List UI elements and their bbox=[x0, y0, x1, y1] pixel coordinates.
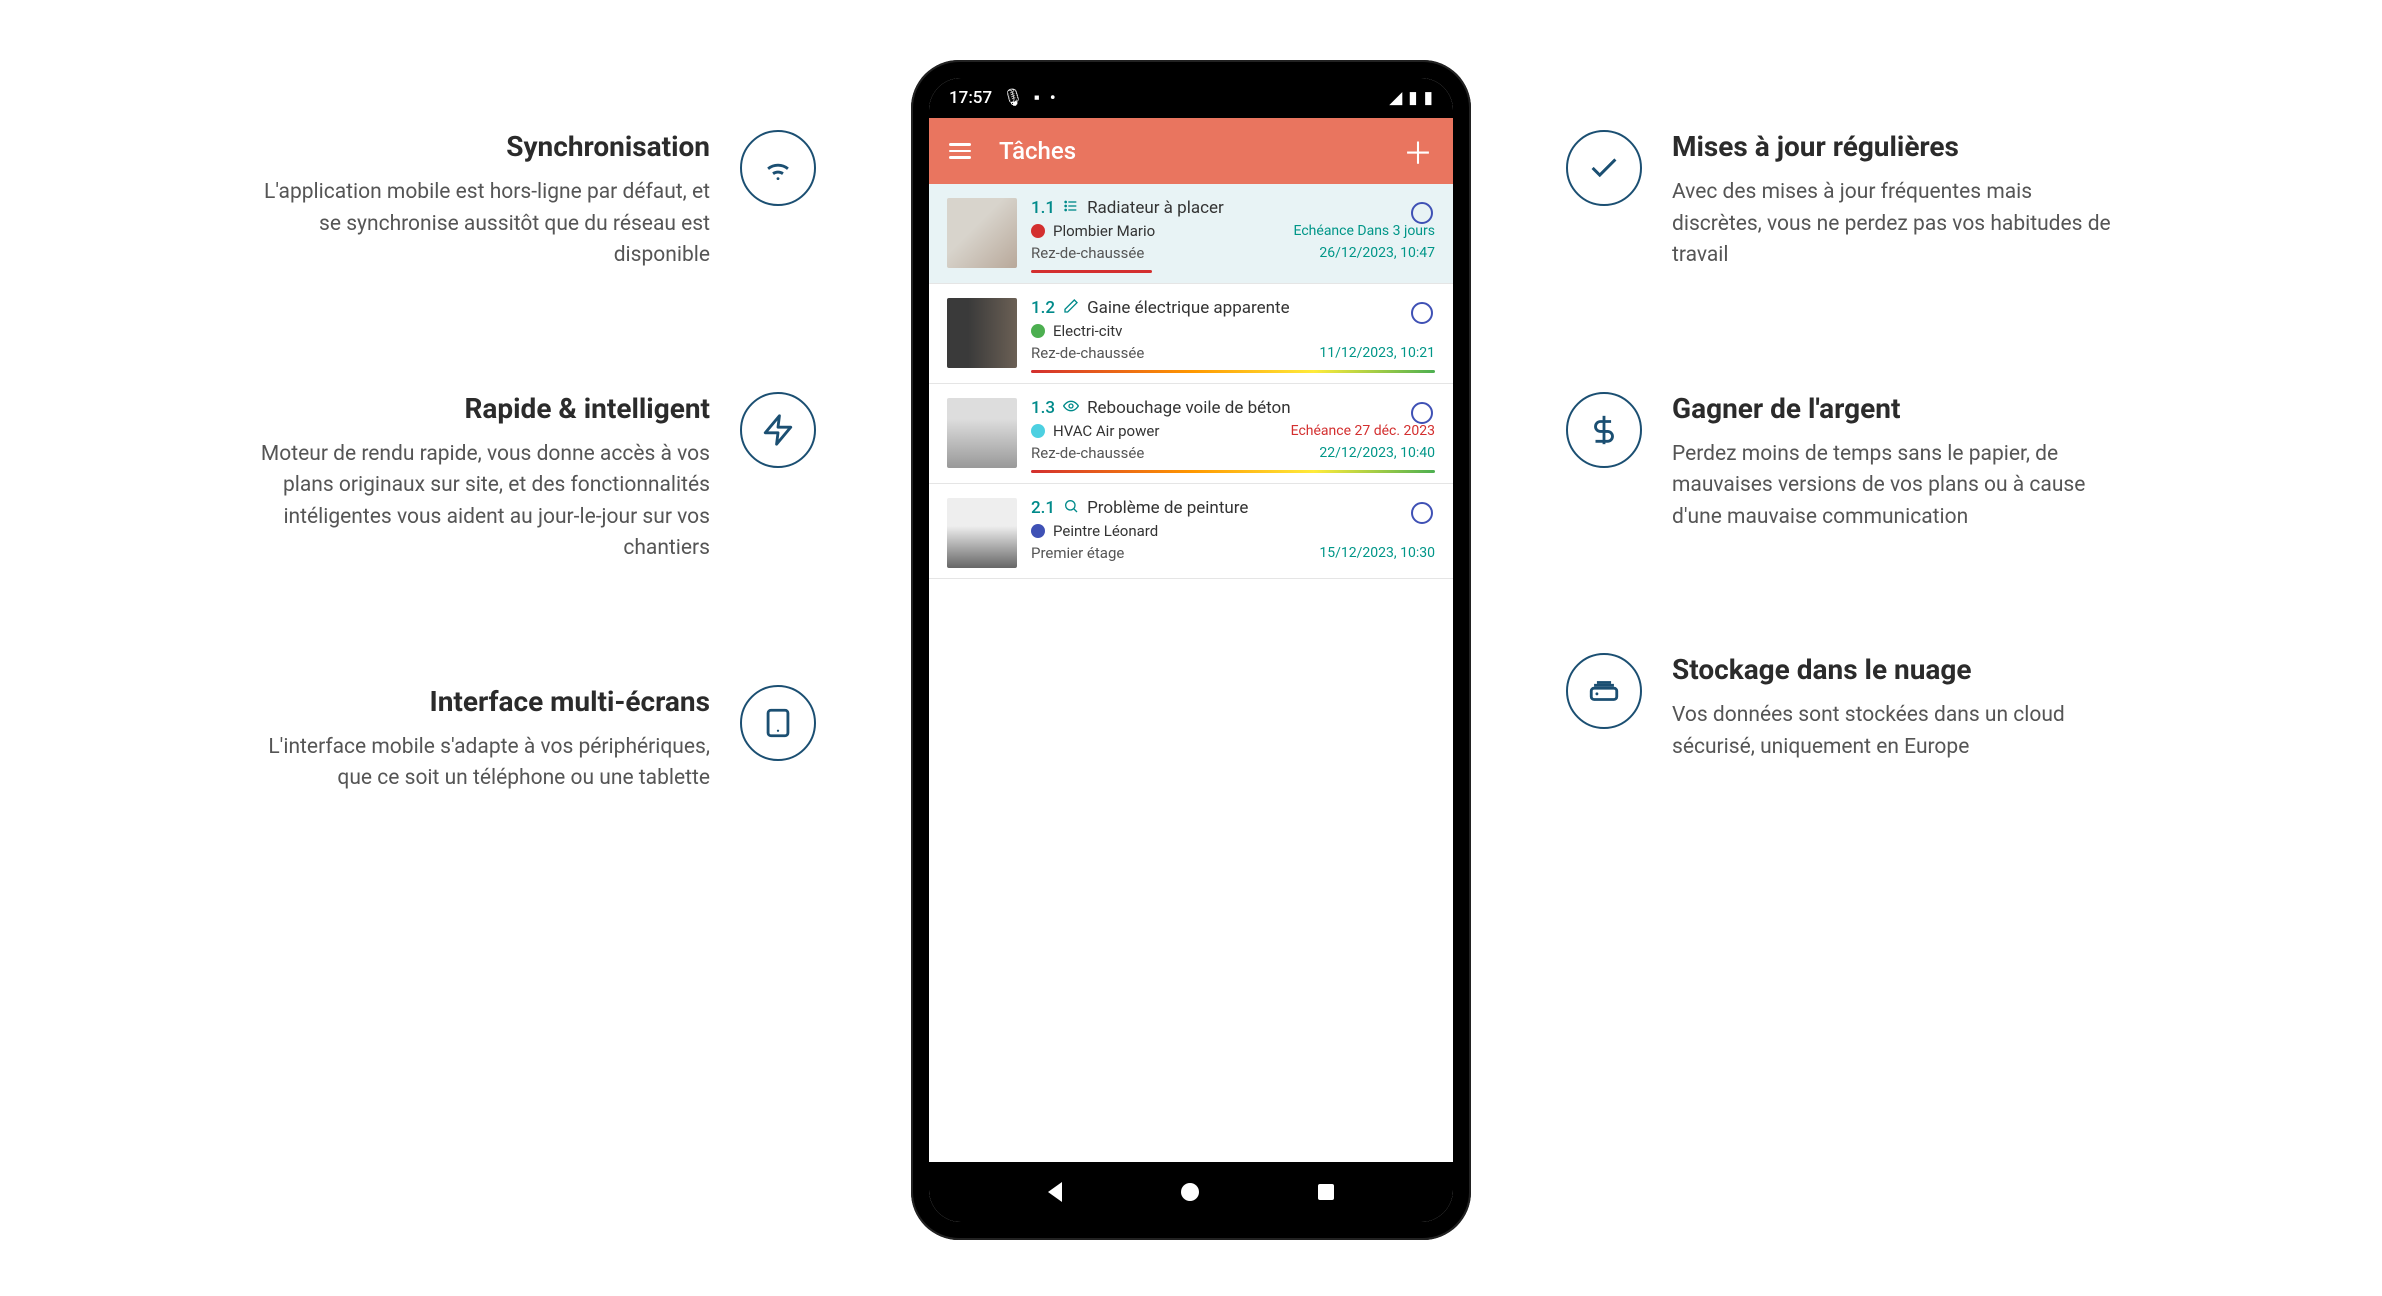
task-status-ring[interactable] bbox=[1411, 302, 1433, 324]
task-status-ring[interactable] bbox=[1411, 202, 1433, 224]
task-row[interactable]: 1.3 Rebouchage voile de béton HVAC Air p… bbox=[929, 384, 1453, 484]
dollar-icon bbox=[1566, 392, 1642, 468]
nav-recent-icon[interactable] bbox=[1318, 1184, 1334, 1200]
task-number: 1.3 bbox=[1031, 398, 1055, 418]
phone-mockup: 17:57 🎙 ▪ • ◢ ▮ ▮ Tâches bbox=[896, 60, 1486, 1240]
task-progress bbox=[1031, 270, 1152, 273]
card-icon: ▪ bbox=[1034, 88, 1040, 108]
phone-notch bbox=[1180, 92, 1202, 114]
task-row[interactable]: 1.2 Gaine électrique apparente Electri-c… bbox=[929, 284, 1453, 384]
android-navbar bbox=[929, 1162, 1453, 1222]
wifi-icon bbox=[740, 130, 816, 206]
feature-title: Stockage dans le nuage bbox=[1672, 653, 2126, 686]
task-thumbnail bbox=[947, 198, 1017, 268]
bolt-icon bbox=[740, 392, 816, 468]
features-left-column: Synchronisation L'application mobile est… bbox=[256, 60, 816, 795]
feature-desc: Moteur de rendu rapide, vous donne accès… bbox=[256, 439, 710, 565]
signal-icon: ▮ bbox=[1408, 88, 1417, 108]
feature-title: Interface multi-écrans bbox=[256, 685, 710, 718]
task-timestamp: 11/12/2023, 10:21 bbox=[1319, 345, 1435, 361]
eye-icon bbox=[1063, 398, 1079, 414]
task-assignee: Peintre Léonard bbox=[1053, 522, 1158, 540]
app-toolbar: Tâches ＋ bbox=[929, 118, 1453, 184]
task-title: Rebouchage voile de béton bbox=[1087, 398, 1291, 418]
features-right-column: Mises à jour régulières Avec des mises à… bbox=[1566, 60, 2126, 763]
feature-title: Synchronisation bbox=[256, 130, 710, 163]
list-icon bbox=[1063, 198, 1079, 214]
task-timestamp: 15/12/2023, 10:30 bbox=[1319, 545, 1435, 561]
task-number: 2.1 bbox=[1031, 498, 1055, 518]
assignee-dot bbox=[1031, 224, 1045, 238]
pencil-icon bbox=[1063, 298, 1079, 314]
feature-money: Gagner de l'argent Perdez moins de temps… bbox=[1566, 392, 2126, 534]
add-button[interactable]: ＋ bbox=[1403, 129, 1433, 173]
task-timestamp: 26/12/2023, 10:47 bbox=[1319, 245, 1435, 261]
search-icon bbox=[1063, 498, 1079, 514]
cloud-icon bbox=[1566, 653, 1642, 729]
task-thumbnail bbox=[947, 398, 1017, 468]
task-location: Rez-de-chaussée bbox=[1031, 244, 1144, 262]
task-number: 1.1 bbox=[1031, 198, 1055, 218]
feature-cloud: Stockage dans le nuage Vos données sont … bbox=[1566, 653, 2126, 763]
task-title: Gaine électrique apparente bbox=[1087, 298, 1290, 318]
feature-multiscreen: Interface multi-écrans L'interface mobil… bbox=[256, 685, 816, 795]
feature-updates: Mises à jour régulières Avec des mises à… bbox=[1566, 130, 2126, 272]
task-number: 1.2 bbox=[1031, 298, 1055, 318]
task-thumbnail bbox=[947, 498, 1017, 568]
task-thumbnail bbox=[947, 298, 1017, 368]
task-location: Premier étage bbox=[1031, 544, 1124, 562]
check-icon bbox=[1566, 130, 1642, 206]
signal-dot: • bbox=[1050, 88, 1056, 108]
feature-sync: Synchronisation L'application mobile est… bbox=[256, 130, 816, 272]
feature-desc: Vos données sont stockées dans un cloud … bbox=[1672, 700, 2126, 763]
feature-title: Gagner de l'argent bbox=[1672, 392, 2126, 425]
task-row[interactable]: 2.1 Problème de peinture Peintre Léonard… bbox=[929, 484, 1453, 579]
tablet-icon bbox=[740, 685, 816, 761]
task-status-ring[interactable] bbox=[1411, 502, 1433, 524]
feature-desc: L'interface mobile s'adapte à vos périph… bbox=[256, 732, 710, 795]
statusbar-time: 17:57 bbox=[949, 88, 992, 108]
feature-desc: L'application mobile est hors-ligne par … bbox=[256, 177, 710, 272]
nav-back-icon[interactable] bbox=[1048, 1182, 1062, 1202]
task-location: Rez-de-chaussée bbox=[1031, 444, 1144, 462]
task-progress bbox=[1031, 470, 1435, 473]
nav-home-icon[interactable] bbox=[1181, 1183, 1199, 1201]
task-assignee: Plombier Mario bbox=[1053, 222, 1155, 240]
task-due: Echéance 27 déc. 2023 bbox=[1291, 423, 1435, 439]
assignee-dot bbox=[1031, 324, 1045, 338]
battery-icon: ▮ bbox=[1424, 88, 1433, 108]
feature-desc: Avec des mises à jour fréquentes mais di… bbox=[1672, 177, 2126, 272]
feature-desc: Perdez moins de temps sans le papier, de… bbox=[1672, 439, 2126, 534]
task-assignee: Electri-citv bbox=[1053, 322, 1122, 340]
assignee-dot bbox=[1031, 524, 1045, 538]
feature-title: Mises à jour régulières bbox=[1672, 130, 2126, 163]
task-list[interactable]: 1.1 Radiateur à placer Plombier Mario Ec… bbox=[929, 184, 1453, 1162]
app-title: Tâches bbox=[999, 137, 1076, 165]
mic-icon: 🎙 bbox=[1002, 88, 1024, 108]
task-assignee: HVAC Air power bbox=[1053, 422, 1159, 440]
task-due: Echéance Dans 3 jours bbox=[1294, 223, 1435, 239]
task-row[interactable]: 1.1 Radiateur à placer Plombier Mario Ec… bbox=[929, 184, 1453, 284]
assignee-dot bbox=[1031, 424, 1045, 438]
task-status-ring[interactable] bbox=[1411, 402, 1433, 424]
task-title: Radiateur à placer bbox=[1087, 198, 1224, 218]
task-title: Problème de peinture bbox=[1087, 498, 1248, 518]
feature-fast: Rapide & intelligent Moteur de rendu rap… bbox=[256, 392, 816, 565]
wifi-status-icon: ◢ bbox=[1389, 88, 1402, 108]
task-location: Rez-de-chaussée bbox=[1031, 344, 1144, 362]
menu-icon[interactable] bbox=[949, 143, 971, 159]
task-timestamp: 22/12/2023, 10:40 bbox=[1319, 445, 1435, 461]
feature-title: Rapide & intelligent bbox=[256, 392, 710, 425]
task-progress bbox=[1031, 370, 1435, 373]
